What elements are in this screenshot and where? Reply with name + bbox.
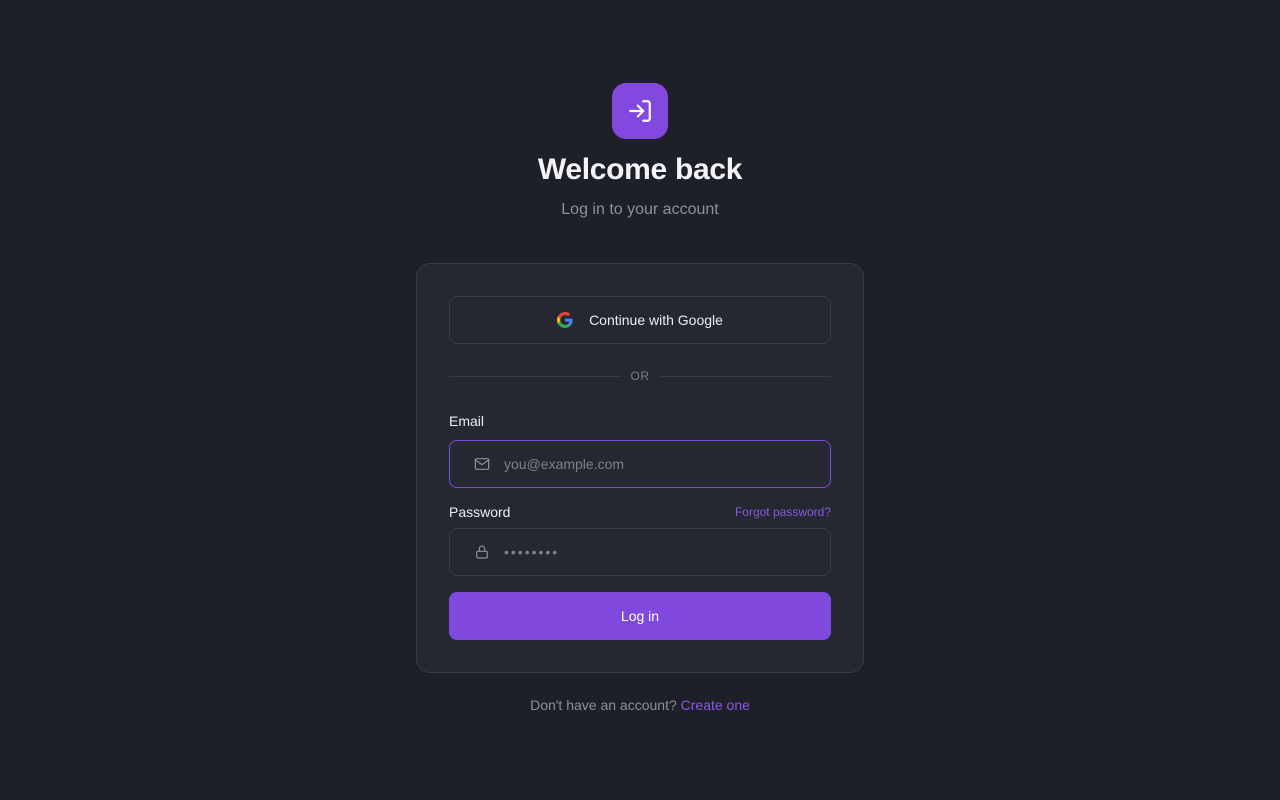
divider-text: OR xyxy=(630,369,650,383)
email-field-wrapper[interactable] xyxy=(449,440,831,488)
password-label: Password xyxy=(449,504,511,520)
log-in-button[interactable]: Log in xyxy=(449,592,831,640)
login-card: Continue with Google OR Email Password F… xyxy=(416,263,864,673)
email-input[interactable] xyxy=(490,441,830,487)
forgot-password-link[interactable]: Forgot password? xyxy=(735,505,831,519)
password-input[interactable] xyxy=(490,529,830,575)
google-button-label: Continue with Google xyxy=(589,312,723,328)
login-page: Welcome back Log in to your account Cont… xyxy=(0,0,1280,800)
google-sign-in-button[interactable]: Continue with Google xyxy=(449,296,831,344)
mail-icon xyxy=(450,440,490,488)
signup-prompt: Don't have an account? Create one xyxy=(0,697,1280,713)
page-title: Welcome back xyxy=(537,153,743,186)
lock-icon xyxy=(450,528,490,576)
or-divider: OR xyxy=(449,368,831,384)
page-subtitle: Log in to your account xyxy=(561,201,719,218)
google-icon xyxy=(557,312,573,328)
password-field-wrapper[interactable] xyxy=(449,528,831,576)
email-label: Email xyxy=(449,413,485,429)
login-arrow-icon xyxy=(612,83,668,139)
divider-line-right xyxy=(659,375,831,377)
divider-line-left xyxy=(449,375,621,377)
create-account-link[interactable]: Create one xyxy=(681,697,750,713)
signup-prompt-text: Don't have an account? xyxy=(530,697,677,713)
